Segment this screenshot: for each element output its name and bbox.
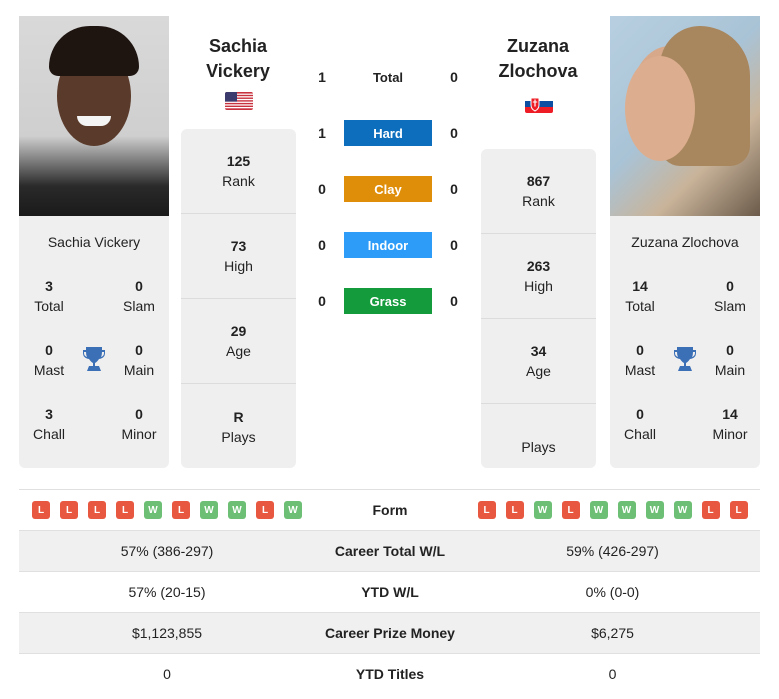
row-label: YTD Titles [355,666,425,682]
player2-title-last: Zlochova [498,61,578,81]
slovakia-flag-icon [525,95,553,113]
player2-value: 59% (426-297) [566,543,659,559]
form-loss-badge: L [256,501,274,519]
player2-form: LLWLWWWWLL [465,501,760,519]
player2-value: $6,275 [591,625,634,641]
h2h-row-clay: 0 Clay 0 [310,176,470,202]
form-loss-badge: L [172,501,190,519]
form-win-badge: W [228,501,246,519]
form-win-badge: W [284,501,302,519]
h2h-row-grass: 0 Grass 0 [310,288,470,314]
player1-photo [19,16,169,216]
h2h-row-hard: 1 Hard 0 [310,120,470,146]
player2-chall-titles: 0 Chall [624,406,656,442]
player1-info-panel: 125 Rank 73 High 29 Age R Plays [181,129,296,468]
player1-value: 57% (20-15) [128,584,206,600]
player2-plays: Plays [521,438,556,455]
form-win-badge: W [200,501,218,519]
player1-titles-card: Sachia Vickery 3 Total 0 Slam 0 Mast 0 M… [19,216,169,468]
player1-age: 29 Age [181,299,296,384]
surface-clay-badge[interactable]: Clay [344,176,432,202]
player2-age: 34 Age [481,319,596,404]
form-loss-badge: L [701,501,720,519]
player1-slam-titles: 0 Slam [123,278,155,314]
player1-total-titles: 3 Total [34,278,64,314]
player1-rank: 125 Rank [181,129,296,214]
player2-value: 0 [608,666,617,682]
table-row: 0 YTD Titles 0 [19,653,760,694]
h2h-row-indoor: 0 Indoor 0 [310,232,470,258]
player1-chall-titles: 3 Chall [33,406,65,442]
form-win-badge: W [144,501,162,519]
form-win-badge: W [589,501,608,519]
player2-title[interactable]: Zuzana Zlochova [478,34,598,84]
player1-mast-titles: 0 Mast [33,342,65,378]
h2h-row-total: 1 Total 0 [310,64,470,90]
player1-title-last: Vickery [206,61,270,81]
form-win-badge: W [533,501,552,519]
player1-title-first: Sachia [208,36,268,56]
form-loss-badge: L [729,501,748,519]
row-label: YTD W/L [361,584,419,600]
form-row: LLLLWLWWLW Form LLWLWWWWLL [19,489,760,530]
player2-value: 0% (0-0) [585,584,640,600]
comparison-table: LLLLWLWWLW Form LLWLWWWWLL 57% (386-297)… [19,489,760,694]
table-row: 57% (386-297) Career Total W/L 59% (426-… [19,530,760,571]
player2-photo [610,16,760,216]
form-win-badge: W [673,501,692,519]
form-loss-badge: L [561,501,580,519]
player1-form: LLLLWLWWLW [19,501,315,519]
form-loss-badge: L [505,501,524,519]
player1-high: 73 High [181,214,296,299]
player2-rank: 867 Rank [481,149,596,234]
row-label: Career Prize Money [325,625,455,641]
player2-minor-titles: 14 Minor [712,406,748,442]
surface-hard-badge[interactable]: Hard [344,120,432,146]
table-row: $1,123,855 Career Prize Money $6,275 [19,612,760,653]
h2h-total-label: Total [372,69,404,85]
player1-plays: R Plays [221,408,256,445]
row-label: Career Total W/L [334,543,446,559]
player2-titles-card: Zuzana Zlochova 14 Total 0 Slam 0 Mast 0… [610,216,760,468]
player2-mast-titles: 0 Mast [624,342,656,378]
surface-grass-badge[interactable]: Grass [344,288,432,314]
player2-slam-titles: 0 Slam [714,278,746,314]
player1-value: $1,123,855 [131,625,203,641]
trophy-icon [673,346,697,372]
player2-main-titles: 0 Main [714,342,746,378]
player2-info-panel: 867 Rank 263 High 34 Age Plays [481,149,596,468]
trophy-icon [82,346,106,372]
player2-high: 263 High [481,234,596,319]
player2-total-titles: 14 Total [625,278,655,314]
us-flag-icon [225,92,253,110]
form-loss-badge: L [88,501,106,519]
player2-title-first: Zuzana [506,36,569,56]
surface-indoor-badge[interactable]: Indoor [344,232,432,258]
form-loss-badge: L [60,501,78,519]
table-row: 57% (20-15) YTD W/L 0% (0-0) [19,571,760,612]
form-win-badge: W [617,501,636,519]
player1-value: 57% (386-297) [120,543,214,559]
player1-title[interactable]: Sachia Vickery [178,34,298,84]
player1-minor-titles: 0 Minor [121,406,157,442]
form-win-badge: W [645,501,664,519]
player1-main-titles: 0 Main [123,342,155,378]
player1-name[interactable]: Sachia Vickery [19,234,169,250]
form-label: Form [372,502,408,518]
form-loss-badge: L [477,501,496,519]
player2-name[interactable]: Zuzana Zlochova [610,234,760,250]
player1-value: 0 [163,666,171,682]
form-loss-badge: L [116,501,134,519]
form-loss-badge: L [32,501,50,519]
